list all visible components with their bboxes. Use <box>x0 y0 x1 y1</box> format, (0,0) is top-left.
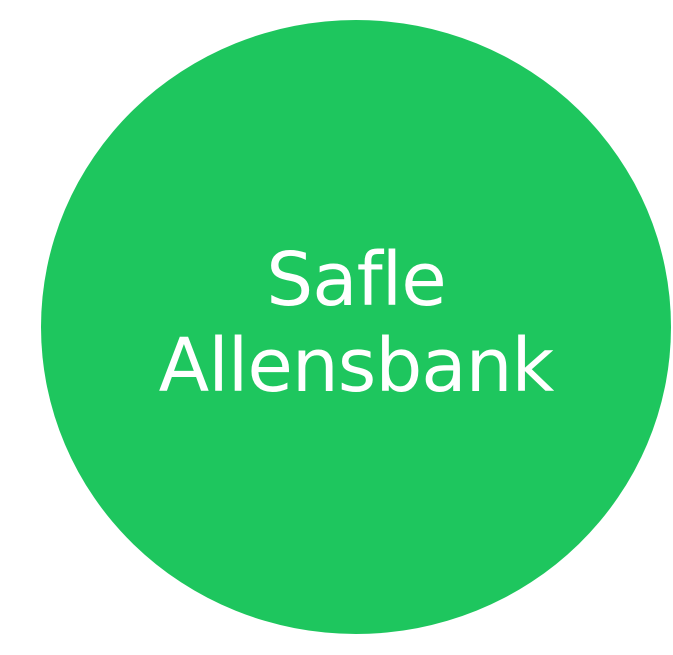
badge-label-line-2: Allensbank <box>158 323 555 409</box>
badge-label-line-1: Safle <box>266 237 446 323</box>
green-circle-badge: Safle Allensbank <box>41 20 671 634</box>
canvas: Safle Allensbank <box>0 0 673 655</box>
